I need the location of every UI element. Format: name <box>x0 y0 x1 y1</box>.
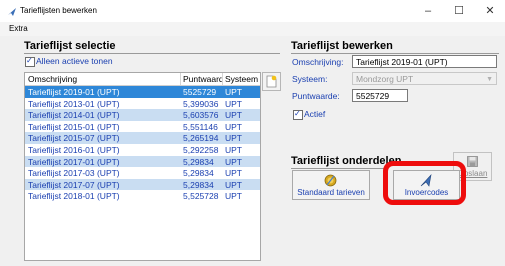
cell-omschrijving: Tarieflijst 2017-03 (UPT) <box>28 168 120 179</box>
table-row[interactable]: Tarieflijst 2013-01 (UPT) 5,399036 UPT <box>25 98 260 110</box>
omschrijving-field[interactable]: Tarieflijst 2019-01 (UPT) <box>352 55 497 68</box>
cell-systeem: UPT <box>225 144 242 155</box>
app-icon <box>8 8 16 16</box>
puntwaarde-field[interactable]: 5525729 <box>352 89 408 102</box>
table-row[interactable]: Tarieflijst 2016-01 (UPT) 5,292258 UPT <box>25 144 260 156</box>
table-row[interactable]: Tarieflijst 2017-01 (UPT) 5,29834 UPT <box>25 155 260 168</box>
table-row[interactable]: Tarieflijst 2015-07 (UPT) 5,265194 UPT <box>25 132 260 144</box>
minimize-button[interactable]: – <box>416 3 440 19</box>
table-body: Tarieflijst 2019-01 (UPT) 5525729 UPT Tarie… <box>25 86 260 202</box>
cell-omschrijving: Tarieflijst 2017-01 (UPT) <box>28 156 120 167</box>
cell-systeem: UPT <box>225 168 242 179</box>
actief-label: Actief <box>304 109 326 119</box>
cell-omschrijving: Tarieflijst 2017-07 (UPT) <box>28 179 120 190</box>
tarieflijst-table: Omschrijving Puntwaarde Systeem Tariefli… <box>24 72 261 261</box>
cell-puntwaarde: 5,551146 <box>183 121 218 132</box>
cell-puntwaarde: 5,399036 <box>183 98 219 109</box>
new-document-icon <box>266 75 277 88</box>
coin-stack-icon <box>324 174 337 187</box>
table-row[interactable]: Tarieflijst 2015-01 (UPT) 5,551146 UPT <box>25 121 260 133</box>
cell-puntwaarde: 5,29834 <box>183 168 214 179</box>
table-row[interactable]: Tarieflijst 2014-01 (UPT) 5,603576 UPT <box>25 109 260 121</box>
cell-systeem: UPT <box>225 156 242 167</box>
table-row[interactable]: Tarieflijst 2018-01 (UPT) 5,525728 UPT <box>25 190 260 202</box>
column-systeem[interactable]: Systeem <box>225 74 258 84</box>
omschrijving-label: Omschrijving: <box>292 57 344 67</box>
table-row[interactable]: Tarieflijst 2019-01 (UPT) 5525729 UPT <box>25 86 260 98</box>
standaard-tarieven-button[interactable]: Standaard tarieven <box>292 170 370 200</box>
column-divider[interactable] <box>180 73 181 85</box>
cell-omschrijving: Tarieflijst 2019-01 (UPT) <box>28 87 120 97</box>
cell-puntwaarde: 5,29834 <box>183 179 214 190</box>
systeem-dropdown[interactable]: Mondzorg UPT ▼ <box>352 72 497 85</box>
cell-omschrijving: Tarieflijst 2016-01 (UPT) <box>28 144 120 155</box>
column-puntwaarde[interactable]: Puntwaarde <box>183 74 223 84</box>
cell-systeem: UPT <box>225 87 242 97</box>
systeem-value: Mondzorg UPT <box>356 74 414 84</box>
puntwaarde-label: Puntwaarde: <box>292 91 340 101</box>
edit-divider <box>291 53 499 54</box>
column-divider[interactable] <box>222 73 223 85</box>
cell-omschrijving: Tarieflijst 2015-07 (UPT) <box>28 133 120 144</box>
close-button[interactable]: ✕ <box>478 3 502 19</box>
column-omschrijving[interactable]: Omschrijving <box>28 74 77 84</box>
active-only-checkbox[interactable]: ✓ <box>25 56 35 67</box>
cell-omschrijving: Tarieflijst 2013-01 (UPT) <box>28 98 120 109</box>
menu-bar: Extra <box>0 22 505 36</box>
cell-omschrijving: Tarieflijst 2015-01 (UPT) <box>28 121 120 132</box>
floppy-disk-icon <box>467 156 478 167</box>
maximize-button[interactable]: ☐ <box>447 3 471 19</box>
cell-systeem: UPT <box>225 179 242 190</box>
window-titlebar: Tarieflijsten bewerken – ☐ ✕ <box>0 0 505 22</box>
table-header: Omschrijving Puntwaarde Systeem <box>25 73 260 86</box>
selection-divider <box>24 53 280 54</box>
window-title: Tarieflijsten bewerken <box>20 6 97 15</box>
cell-systeem: UPT <box>225 191 242 202</box>
cell-systeem: UPT <box>225 133 242 144</box>
cell-puntwaarde: 5,265194 <box>183 133 219 144</box>
active-only-label: Alleen actieve tonen <box>36 56 113 66</box>
cell-systeem: UPT <box>225 110 242 121</box>
onderdelen-divider <box>291 168 385 169</box>
invoercodes-highlight <box>383 161 466 205</box>
edit-title: Tarieflijst bewerken <box>291 40 393 52</box>
table-row[interactable]: Tarieflijst 2017-07 (UPT) 5,29834 UPT <box>25 178 260 191</box>
cell-puntwaarde: 5,603576 <box>183 110 219 121</box>
cell-puntwaarde: 5525729 <box>183 87 217 97</box>
systeem-label: Systeem: <box>292 74 328 84</box>
cell-puntwaarde: 5,29834 <box>183 156 214 167</box>
cell-puntwaarde: 5,292258 <box>183 144 219 155</box>
actief-checkbox[interactable]: ✓ <box>293 109 303 120</box>
standaard-tarieven-label: Standaard tarieven <box>297 188 365 197</box>
cell-puntwaarde: 5,525728 <box>183 191 219 202</box>
cell-omschrijving: Tarieflijst 2014-01 (UPT) <box>28 110 120 121</box>
cell-omschrijving: Tarieflijst 2018-01 (UPT) <box>28 191 120 202</box>
table-row[interactable]: Tarieflijst 2017-03 (UPT) 5,29834 UPT <box>25 167 260 179</box>
menu-extra[interactable]: Extra <box>9 24 28 33</box>
chevron-down-icon: ▼ <box>486 76 493 83</box>
cell-systeem: UPT <box>225 98 242 109</box>
new-list-button[interactable] <box>262 72 281 91</box>
selection-title: Tarieflijst selectie <box>24 40 116 52</box>
cell-systeem: UPT <box>225 121 242 132</box>
